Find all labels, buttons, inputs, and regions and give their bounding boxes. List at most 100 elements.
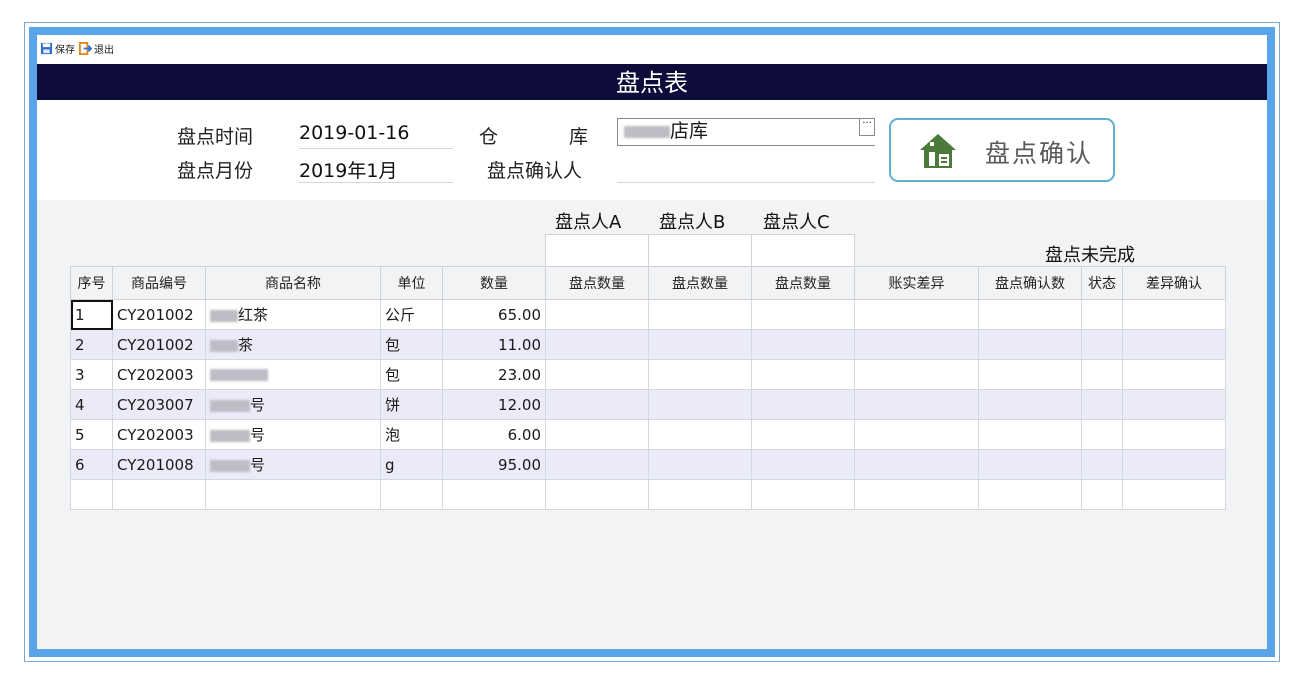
cell-count-b[interactable] — [648, 329, 752, 360]
cell-count-a[interactable] — [545, 359, 649, 390]
cell-diff[interactable] — [854, 389, 979, 420]
cell-code[interactable]: CY202003 — [112, 419, 206, 450]
cell-diff-confirm[interactable] — [1122, 389, 1226, 420]
count-month-field[interactable]: 2019年1月 — [299, 156, 453, 183]
cell-qty[interactable]: 95.00 — [442, 449, 546, 480]
cell-count-c[interactable] — [751, 299, 855, 330]
table-row-empty[interactable] — [70, 479, 1226, 510]
cell-count-b[interactable] — [648, 299, 752, 330]
cell-index[interactable]: 2 — [70, 329, 113, 360]
cell-confirm-qty[interactable] — [978, 389, 1082, 420]
cell-status[interactable] — [1081, 479, 1123, 510]
cell-count-a[interactable] — [545, 389, 649, 420]
cell-code[interactable]: CY201002 — [112, 299, 206, 330]
cell-count-c[interactable] — [751, 419, 855, 450]
cell-code[interactable]: CY202003 — [112, 359, 206, 390]
col-header[interactable]: 商品名称 — [205, 266, 381, 300]
cell-count-c[interactable] — [751, 389, 855, 420]
col-header[interactable]: 盘点确认数 — [978, 266, 1082, 300]
cell-name[interactable] — [205, 359, 381, 390]
cell-count-c[interactable] — [751, 479, 855, 510]
cell-status[interactable] — [1081, 449, 1123, 480]
cell-code[interactable]: CY203007 — [112, 389, 206, 420]
cell-unit[interactable] — [380, 479, 443, 510]
cell-unit[interactable]: 包 — [380, 359, 443, 390]
cell-confirm-qty[interactable] — [978, 419, 1082, 450]
cell-count-a[interactable] — [545, 479, 649, 510]
cell-unit[interactable]: 包 — [380, 329, 443, 360]
cell-qty[interactable]: 65.00 — [442, 299, 546, 330]
cell-qty[interactable]: 12.00 — [442, 389, 546, 420]
cell-count-a[interactable] — [545, 449, 649, 480]
cell-unit[interactable]: 公斤 — [380, 299, 443, 330]
cell-diff[interactable] — [854, 419, 979, 450]
cell-count-c[interactable] — [751, 359, 855, 390]
cell-diff[interactable] — [854, 329, 979, 360]
cell-code[interactable]: CY201002 — [112, 329, 206, 360]
cell-code[interactable] — [112, 479, 206, 510]
cell-status[interactable] — [1081, 389, 1123, 420]
warehouse-browse-button[interactable]: ··· — [859, 118, 875, 136]
table-row[interactable]: 6 CY201008 号 g 95.00 — [70, 449, 1226, 480]
col-header[interactable]: 盘点数量 — [751, 266, 855, 300]
cell-name[interactable]: 号 — [205, 449, 381, 480]
cell-index[interactable] — [70, 479, 113, 510]
cell-count-b[interactable] — [648, 419, 752, 450]
cell-count-c[interactable] — [751, 449, 855, 480]
cell-count-b[interactable] — [648, 389, 752, 420]
cell-confirm-qty[interactable] — [978, 479, 1082, 510]
cell-diff[interactable] — [854, 359, 979, 390]
exit-button[interactable]: 退出 — [79, 41, 114, 56]
cell-count-b[interactable] — [648, 359, 752, 390]
cell-count-c[interactable] — [751, 329, 855, 360]
cell-confirm-qty[interactable] — [978, 329, 1082, 360]
cell-name[interactable]: 号 — [205, 419, 381, 450]
cell-index[interactable]: 6 — [70, 449, 113, 480]
cell-count-b[interactable] — [648, 449, 752, 480]
cell-qty[interactable]: 23.00 — [442, 359, 546, 390]
cell-unit[interactable]: 饼 — [380, 389, 443, 420]
table-row[interactable]: 5 CY202003 号 泡 6.00 — [70, 419, 1226, 450]
cell-count-a[interactable] — [545, 329, 649, 360]
col-header[interactable]: 序号 — [70, 266, 113, 300]
cell-diff-confirm[interactable] — [1122, 299, 1226, 330]
cell-unit[interactable]: 泡 — [380, 419, 443, 450]
cell-count-a[interactable] — [545, 299, 649, 330]
cell-status[interactable] — [1081, 329, 1123, 360]
table-row[interactable]: 4 CY203007 号 饼 12.00 — [70, 389, 1226, 420]
table-row[interactable]: 1 CY201002 红茶 公斤 65.00 — [70, 299, 1226, 330]
col-header[interactable]: 单位 — [380, 266, 443, 300]
count-time-field[interactable]: 2019-01-16 — [299, 122, 453, 149]
col-header[interactable]: 商品编号 — [112, 266, 206, 300]
col-header[interactable]: 数量 — [442, 266, 546, 300]
cell-diff-confirm[interactable] — [1122, 329, 1226, 360]
cell-name[interactable]: 红茶 — [205, 299, 381, 330]
confirmer-field[interactable] — [617, 156, 875, 183]
cell-confirm-qty[interactable] — [978, 359, 1082, 390]
cell-confirm-qty[interactable] — [978, 449, 1082, 480]
cell-index[interactable]: 1 — [70, 299, 113, 330]
table-row[interactable]: 2 CY201002 茶 包 11.00 — [70, 329, 1226, 360]
cell-count-a[interactable] — [545, 419, 649, 450]
cell-name[interactable] — [205, 479, 381, 510]
cell-name[interactable]: 号 — [205, 389, 381, 420]
warehouse-field[interactable]: 店库 — [617, 118, 875, 146]
cell-code[interactable]: CY201008 — [112, 449, 206, 480]
cell-diff-confirm[interactable] — [1122, 449, 1226, 480]
cell-name[interactable]: 茶 — [205, 329, 381, 360]
cell-diff-confirm[interactable] — [1122, 479, 1226, 510]
cell-qty[interactable]: 11.00 — [442, 329, 546, 360]
cell-diff-confirm[interactable] — [1122, 359, 1226, 390]
cell-index[interactable]: 4 — [70, 389, 113, 420]
cell-diff[interactable] — [854, 449, 979, 480]
cell-status[interactable] — [1081, 299, 1123, 330]
cell-index[interactable]: 3 — [70, 359, 113, 390]
cell-qty[interactable]: 6.00 — [442, 419, 546, 450]
cell-diff-confirm[interactable] — [1122, 419, 1226, 450]
col-header[interactable]: 盘点数量 — [545, 266, 649, 300]
col-header[interactable]: 状态 — [1081, 266, 1123, 300]
table-row[interactable]: 3 CY202003 包 23.00 — [70, 359, 1226, 390]
cell-status[interactable] — [1081, 359, 1123, 390]
col-header[interactable]: 盘点数量 — [648, 266, 752, 300]
cell-unit[interactable]: g — [380, 449, 443, 480]
